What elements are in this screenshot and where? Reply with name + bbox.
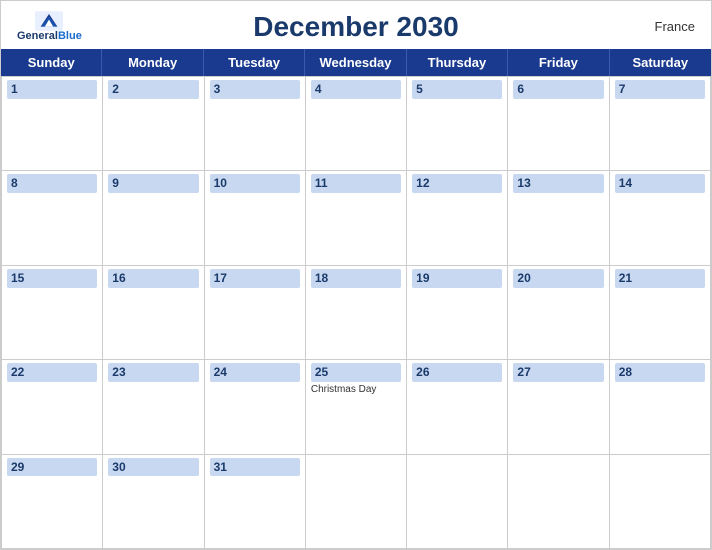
date-number: 22 (7, 363, 97, 382)
logo-general: General (17, 31, 58, 42)
date-number: 12 (412, 174, 502, 193)
days-header: SundayMondayTuesdayWednesdayThursdayFrid… (1, 49, 711, 76)
day-header-wednesday: Wednesday (305, 49, 406, 76)
date-number: 30 (108, 458, 198, 477)
calendar-cell: 2 (103, 77, 204, 171)
calendar-cell: 6 (508, 77, 609, 171)
calendar: General Blue December 2030 France Sunday… (0, 0, 712, 550)
country-label: France (655, 19, 695, 34)
calendar-cell: 10 (205, 171, 306, 265)
calendar-cell: 24 (205, 360, 306, 454)
date-number: 27 (513, 363, 603, 382)
calendar-cell (407, 455, 508, 549)
day-header-sunday: Sunday (1, 49, 102, 76)
day-header-tuesday: Tuesday (204, 49, 305, 76)
calendar-header: General Blue December 2030 France (1, 1, 711, 49)
date-number: 31 (210, 458, 300, 477)
date-number: 21 (615, 269, 705, 288)
calendar-cell: 28 (610, 360, 711, 454)
date-number: 9 (108, 174, 198, 193)
date-number: 11 (311, 174, 401, 193)
calendar-grid: 1234567891011121314151617181920212223242… (1, 76, 711, 549)
date-number: 5 (412, 80, 502, 99)
date-number: 7 (615, 80, 705, 99)
calendar-cell: 15 (2, 266, 103, 360)
date-number: 18 (311, 269, 401, 288)
date-number: 26 (412, 363, 502, 382)
date-number: 17 (210, 269, 300, 288)
date-number: 29 (7, 458, 97, 477)
date-number: 2 (108, 80, 198, 99)
date-number: 3 (210, 80, 300, 99)
calendar-cell: 18 (306, 266, 407, 360)
date-number: 1 (7, 80, 97, 99)
calendar-cell: 14 (610, 171, 711, 265)
calendar-cell: 30 (103, 455, 204, 549)
calendar-cell: 1 (2, 77, 103, 171)
calendar-cell: 20 (508, 266, 609, 360)
calendar-cell: 23 (103, 360, 204, 454)
calendar-cell (610, 455, 711, 549)
logo-icon (35, 11, 63, 31)
logo: General Blue (17, 9, 82, 42)
calendar-cell: 5 (407, 77, 508, 171)
calendar-cell: 22 (2, 360, 103, 454)
date-number: 8 (7, 174, 97, 193)
calendar-cell: 25 Christmas Day (306, 360, 407, 454)
date-number: 19 (412, 269, 502, 288)
calendar-cell: 7 (610, 77, 711, 171)
calendar-cell (508, 455, 609, 549)
calendar-title: December 2030 (253, 11, 458, 43)
calendar-cell: 12 (407, 171, 508, 265)
calendar-cell: 11 (306, 171, 407, 265)
date-number: 20 (513, 269, 603, 288)
logo-blue: Blue (58, 31, 82, 42)
date-number: 14 (615, 174, 705, 193)
date-number: 6 (513, 80, 603, 99)
calendar-cell: 9 (103, 171, 204, 265)
calendar-cell: 4 (306, 77, 407, 171)
date-number: 4 (311, 80, 401, 99)
calendar-event: Christmas Day (311, 384, 401, 395)
calendar-cell: 27 (508, 360, 609, 454)
calendar-cell: 17 (205, 266, 306, 360)
calendar-cell: 3 (205, 77, 306, 171)
date-number: 25 (311, 363, 401, 382)
date-number: 16 (108, 269, 198, 288)
calendar-cell (306, 455, 407, 549)
calendar-cell: 31 (205, 455, 306, 549)
calendar-cell: 13 (508, 171, 609, 265)
calendar-cell: 19 (407, 266, 508, 360)
calendar-cell: 8 (2, 171, 103, 265)
day-header-friday: Friday (508, 49, 609, 76)
calendar-cell: 26 (407, 360, 508, 454)
day-header-thursday: Thursday (407, 49, 508, 76)
date-number: 13 (513, 174, 603, 193)
calendar-cell: 16 (103, 266, 204, 360)
date-number: 10 (210, 174, 300, 193)
date-number: 24 (210, 363, 300, 382)
date-number: 23 (108, 363, 198, 382)
date-number: 15 (7, 269, 97, 288)
date-number: 28 (615, 363, 705, 382)
day-header-saturday: Saturday (610, 49, 711, 76)
calendar-cell: 21 (610, 266, 711, 360)
day-header-monday: Monday (102, 49, 203, 76)
calendar-cell: 29 (2, 455, 103, 549)
